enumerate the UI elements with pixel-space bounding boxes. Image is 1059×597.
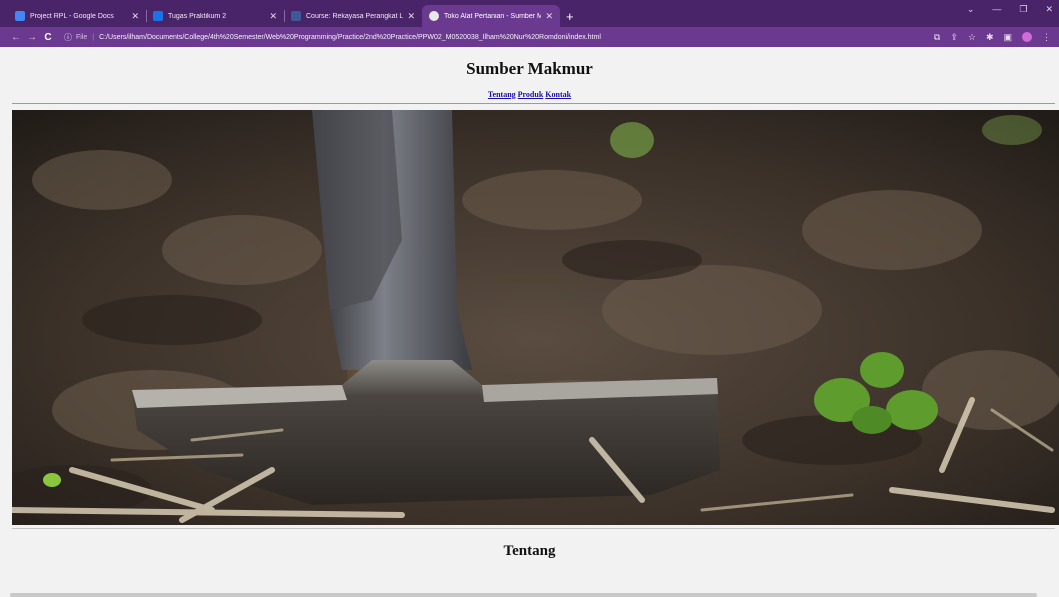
nav-link-produk[interactable]: Produk — [518, 90, 544, 99]
toolbar-actions: ⧉ ⇪ ☆ ✱ ▣ ⋮ — [934, 32, 1051, 43]
share-icon[interactable]: ⇪ — [950, 32, 958, 43]
restore-icon[interactable]: ❐ — [1019, 4, 1027, 15]
divider — [12, 528, 1055, 529]
horizontal-scrollbar[interactable] — [10, 593, 1037, 597]
profile-avatar[interactable] — [1022, 32, 1032, 42]
forward-icon[interactable]: → — [24, 32, 40, 43]
classroom-icon — [153, 11, 163, 21]
minimize-icon[interactable]: — — [992, 4, 1001, 15]
close-icon[interactable]: ✕ — [131, 11, 139, 22]
address-separator: | — [92, 33, 95, 41]
main-nav: Tentang Produk Kontak — [0, 90, 1059, 99]
translate-icon[interactable]: ⧉ — [934, 32, 940, 43]
close-icon[interactable]: ✕ — [407, 11, 415, 22]
chevron-down-icon[interactable]: ⌄ — [967, 4, 975, 15]
back-icon[interactable]: ← — [8, 32, 24, 43]
address-url: C:/Users/ilham/Documents/College/4th%20S… — [99, 33, 601, 41]
menu-icon[interactable]: ⋮ — [1042, 32, 1051, 43]
close-window-icon[interactable]: ✕ — [1045, 4, 1053, 15]
moodle-icon — [291, 11, 301, 21]
reload-icon[interactable]: C — [40, 32, 56, 43]
extensions-icon[interactable]: ✱ — [986, 32, 994, 43]
close-icon[interactable]: ✕ — [545, 11, 553, 22]
window-controls: ⌄ — ❐ ✕ — [967, 4, 1053, 15]
tab-title: Project RPL - Google Docs — [30, 12, 114, 20]
address-scheme: File — [76, 33, 88, 41]
info-icon[interactable]: ⓘ — [64, 32, 72, 43]
tab-project-rpl[interactable]: Project RPL - Google Docs ✕ — [8, 5, 146, 27]
close-icon[interactable]: ✕ — [269, 11, 277, 22]
hero-image-shovel-in-soil — [12, 110, 1059, 525]
star-icon[interactable]: ☆ — [968, 32, 976, 43]
tab-title: Course: Rekayasa Perangkat Luna — [306, 12, 404, 20]
sidepanel-icon[interactable]: ▣ — [1003, 32, 1012, 43]
tab-tugas-praktikum[interactable]: Tugas Praktikum 2 ✕ — [146, 5, 284, 27]
browser-toolbar: ← → C ⓘ File | C:/Users/ilham/Documents/… — [0, 27, 1059, 47]
nav-link-kontak[interactable]: Kontak — [545, 90, 571, 99]
address-bar[interactable]: ⓘ File | C:/Users/ilham/Documents/Colleg… — [64, 29, 926, 45]
tab-title: Tugas Praktikum 2 — [168, 12, 227, 20]
nav-link-tentang[interactable]: Tentang — [488, 90, 516, 99]
tab-course[interactable]: Course: Rekayasa Perangkat Luna ✕ — [284, 5, 422, 27]
divider — [12, 103, 1055, 104]
globe-icon — [429, 11, 439, 21]
tab-title: Toko Alat Pertanian - Sumber Ma — [444, 12, 542, 20]
site-title: Sumber Makmur — [466, 59, 593, 78]
page-content: Sumber Makmur Tentang Produk Kontak Tent… — [0, 47, 1059, 597]
section-title-tentang: Tentang — [503, 543, 556, 559]
new-tab-button[interactable]: + — [566, 5, 574, 27]
google-docs-icon — [15, 11, 25, 21]
tab-toko-alat-pertanian[interactable]: Toko Alat Pertanian - Sumber Ma ✕ — [422, 5, 560, 27]
tab-strip: Project RPL - Google Docs ✕ Tugas Prakti… — [0, 0, 1059, 27]
